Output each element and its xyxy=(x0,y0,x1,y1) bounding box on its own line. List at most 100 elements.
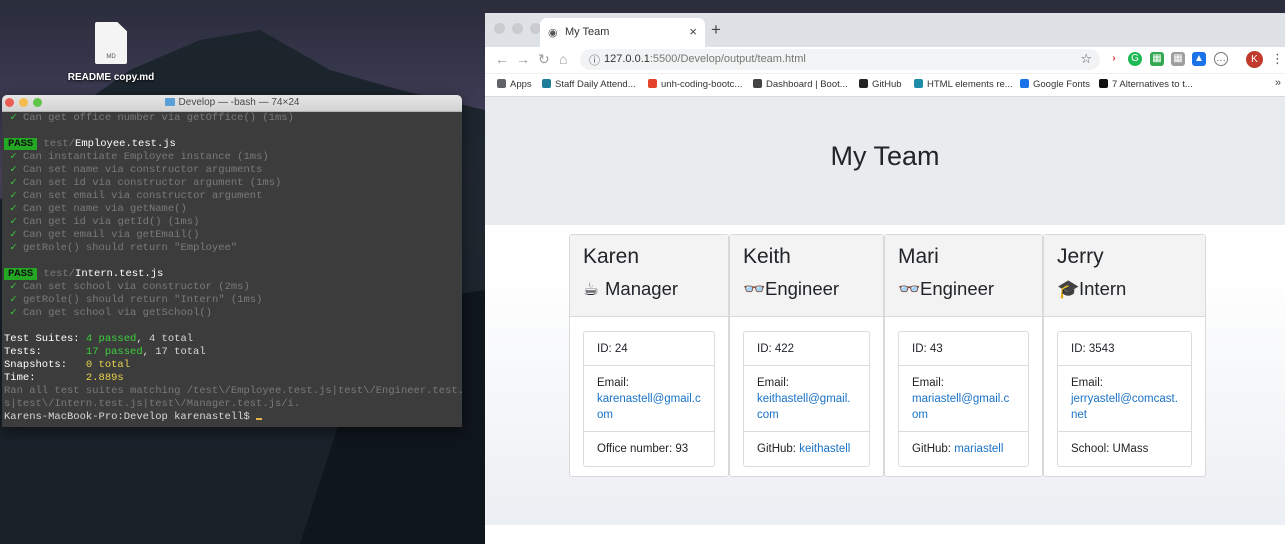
more-bookmarks-icon[interactable]: » xyxy=(1275,77,1281,89)
role-label: Engineer xyxy=(920,278,995,299)
employee-id: ID: 43 xyxy=(899,332,1028,366)
email-link[interactable]: mariastell@gmail.com xyxy=(912,391,1015,423)
bookmark-item[interactable]: Staff Daily Attend... xyxy=(542,79,636,90)
close-button[interactable] xyxy=(5,98,14,107)
tab-title: My Team xyxy=(565,26,610,38)
bookmark-item[interactable]: Apps xyxy=(497,79,532,90)
employee-extra: School: UMass xyxy=(1058,432,1191,466)
glasses-icon: 👓 xyxy=(743,279,766,299)
terminal-line: ✓ Can get id via getId() (1ms) xyxy=(4,216,462,229)
employee-role: 👓Engineer xyxy=(898,278,1042,300)
extension-icon[interactable]: ▦ xyxy=(1150,52,1164,66)
extension-icon[interactable]: ▦ xyxy=(1171,52,1185,66)
employee-card: Keith 👓Engineer ID: 422 Email: keithastell@g… xyxy=(729,234,884,477)
back-icon[interactable]: ← xyxy=(495,51,509,67)
email-link[interactable]: karenastell@gmail.com xyxy=(597,391,701,423)
home-icon[interactable]: ⌂ xyxy=(559,51,567,67)
extension-icon[interactable]: ▲ xyxy=(1192,52,1206,66)
browser-window[interactable]: ◉ My Team × + ← → ↻ ⌂ ⓘ 127.0.0.1:5500/D… xyxy=(485,13,1285,544)
terminal-line: ✓ Can get email via getEmail() xyxy=(4,229,462,242)
glasses-icon: 👓 xyxy=(898,279,921,299)
terminal-titlebar[interactable]: Develop — -bash — 74×24 xyxy=(2,95,462,112)
bookmark-item[interactable]: 7 Alternatives to t... xyxy=(1099,79,1193,90)
terminal-output[interactable]: ✓ Can get office number via getOffice() … xyxy=(2,112,462,424)
employee-name: Keith xyxy=(743,245,791,268)
grammarly-icon[interactable]: G xyxy=(1128,52,1142,66)
bookmark-favicon-icon xyxy=(542,79,551,88)
email-label: Email: xyxy=(757,377,789,389)
folder-icon xyxy=(164,98,175,106)
minimize-button[interactable] xyxy=(512,23,523,34)
bookmark-item[interactable]: Google Fonts xyxy=(1020,79,1090,90)
employee-id: ID: 3543 xyxy=(1058,332,1191,366)
terminal-line: ✓ Can set email via constructor argument xyxy=(4,190,462,203)
employee-email-row: Email: keithastell@gmail.com xyxy=(744,366,869,432)
test-name: Can instantiate Employee instance (1ms) xyxy=(22,151,269,163)
desktop-file-readme[interactable]: MD README copy.md xyxy=(66,22,156,83)
test-name: Can get email via getEmail() xyxy=(22,229,200,241)
extension-icon[interactable]: … xyxy=(1214,52,1228,66)
terminal-line: ✓ Can get office number via getOffice() … xyxy=(4,112,462,125)
page-title: My Team xyxy=(830,141,940,171)
tab-strip: ◉ My Team × + xyxy=(485,13,1285,47)
terminal-line: ✓ Can set id via constructor argument (1… xyxy=(4,177,462,190)
apps-grid-icon xyxy=(497,79,506,88)
terminal-window[interactable]: Develop — -bash — 74×24 ✓ Can get office… xyxy=(2,95,462,427)
desktop-file-label: README copy.md xyxy=(67,72,155,83)
browser-toolbar: ← → ↻ ⌂ ⓘ 127.0.0.1:5500/Develop/output/… xyxy=(485,47,1285,74)
email-link[interactable]: jerryastell@comcast.net xyxy=(1071,391,1178,423)
check-icon: ✓ xyxy=(4,242,23,254)
info-icon[interactable]: ⓘ xyxy=(589,52,600,68)
url-text: 127.0.0.1:5500/Develop/output/team.html xyxy=(604,53,806,65)
test-name: Can get office number via getOffice() (1… xyxy=(22,112,294,124)
bookmark-star-icon[interactable]: ☆ xyxy=(1080,51,1092,67)
summary-total: , 17 total xyxy=(142,346,206,358)
address-bar[interactable]: ⓘ 127.0.0.1:5500/Develop/output/team.htm… xyxy=(580,49,1100,70)
new-tab-button[interactable]: + xyxy=(711,20,721,40)
bookmark-item[interactable]: unh-coding-bootc... xyxy=(648,79,742,90)
reload-icon[interactable]: ↻ xyxy=(538,51,550,68)
shell-prompt: Karens-MacBook-Pro:Develop karenastell$ xyxy=(4,411,257,423)
bookmark-item[interactable]: GitHub xyxy=(859,79,902,90)
test-name: Can get id via getId() (1ms) xyxy=(22,216,200,228)
close-button[interactable] xyxy=(494,23,505,34)
check-icon: ✓ xyxy=(4,294,23,306)
forward-icon[interactable]: → xyxy=(516,51,530,67)
test-name: Can set id via constructor argument (1ms… xyxy=(22,177,282,189)
terminal-line: Ran all test suites matching /test\/Empl… xyxy=(4,385,462,398)
employee-name: Mari xyxy=(898,245,939,268)
terminal-line: ✓ Can instantiate Employee instance (1ms… xyxy=(4,151,462,164)
employee-role: 🎓Intern xyxy=(1057,278,1205,300)
terminal-line: s|test\/Intern.test.js|test\/Manager.tes… xyxy=(4,398,462,411)
bookmark-item[interactable]: HTML elements re... xyxy=(914,79,1013,90)
extension-icon[interactable]: › xyxy=(1107,52,1121,66)
bookmark-item[interactable]: Dashboard | Boot... xyxy=(753,79,848,90)
page-header: My Team xyxy=(485,97,1285,225)
terminal-line: PASS test/Employee.test.js xyxy=(4,138,462,151)
profile-avatar[interactable]: K xyxy=(1246,51,1263,68)
minimize-button[interactable] xyxy=(19,98,28,107)
summary-passed: 4 passed xyxy=(85,333,137,345)
role-label: Engineer xyxy=(765,278,840,299)
close-tab-icon[interactable]: × xyxy=(689,24,697,39)
bookmark-favicon-icon xyxy=(914,79,923,88)
test-name: Can get name via getName() xyxy=(22,203,187,215)
email-link[interactable]: keithastell@gmail.com xyxy=(757,391,856,423)
employee-email-row: Email: jerryastell@comcast.net xyxy=(1058,366,1191,432)
terminal-line: Time: 2.889s xyxy=(4,372,462,385)
bookmark-label: Staff Daily Attend... xyxy=(555,79,636,90)
test-file: Intern.test.js xyxy=(75,268,164,280)
check-icon: ✓ xyxy=(4,151,23,163)
terminal-title: Develop — -bash — 74×24 xyxy=(178,97,300,108)
menu-icon[interactable]: ⋮ xyxy=(1271,51,1284,67)
zoom-button[interactable] xyxy=(33,98,42,107)
terminal-line: Test Suites: 4 passed, 4 total xyxy=(4,333,462,346)
extra-label: School: UMass xyxy=(1071,443,1149,455)
employee-card: Karen ☕ Manager ID: 24 Email: karenastell@gma… xyxy=(569,234,729,477)
bookmark-label: unh-coding-bootc... xyxy=(661,79,743,90)
tab-my-team[interactable]: ◉ My Team × xyxy=(540,18,705,47)
github-link[interactable]: keithastell xyxy=(799,443,850,455)
file-badge: MD xyxy=(106,54,116,60)
github-link[interactable]: mariastell xyxy=(954,443,1003,455)
bookmark-favicon-icon xyxy=(1099,79,1108,88)
